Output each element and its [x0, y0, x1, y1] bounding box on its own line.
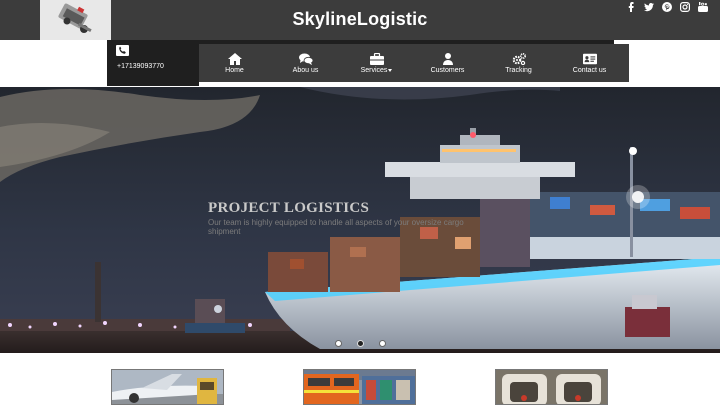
nav-customers-label: Customers	[430, 67, 465, 74]
top-bar: SkylineLogistic	[0, 0, 720, 40]
instagram-icon[interactable]	[680, 2, 690, 12]
thumbnail-train-containers[interactable]	[303, 369, 416, 405]
phone-number: +17139093770	[117, 63, 164, 70]
facebook-icon[interactable]	[626, 2, 636, 12]
slider-dot-3[interactable]	[379, 340, 386, 347]
thumbnail-cargo-crates[interactable]	[495, 369, 608, 405]
cargo-crates-image	[496, 370, 607, 404]
nav-services-text: Services	[360, 67, 388, 74]
id-card-icon	[582, 53, 597, 65]
twitter-icon[interactable]	[644, 2, 654, 12]
hero-title: PROJECT LOGISTICS	[208, 200, 370, 216]
comments-icon	[298, 53, 313, 65]
nav-services[interactable]: Services	[341, 44, 412, 82]
slider-dot-1[interactable]	[335, 340, 342, 347]
gears-icon	[512, 53, 526, 65]
phone-icon	[116, 45, 129, 56]
nav-contact[interactable]: Contact us	[554, 44, 625, 82]
briefcase-icon	[369, 53, 384, 65]
nav-about-label: Abou us	[292, 67, 319, 74]
social-links	[626, 2, 708, 12]
nav-services-label: Services	[341, 67, 412, 74]
nav-tracking[interactable]: Tracking	[483, 44, 554, 82]
slider-dots	[335, 340, 386, 347]
youtube-icon[interactable]	[698, 2, 708, 12]
chevron-down-icon	[388, 68, 393, 72]
nav-about[interactable]: Abou us	[270, 44, 341, 82]
brand-name: SkylineLogistic	[292, 9, 428, 29]
nav-tracking-label: Tracking	[505, 67, 532, 74]
nav-home[interactable]: Home	[199, 44, 270, 82]
phone-contact[interactable]: +17139093770	[107, 40, 199, 86]
user-icon	[442, 53, 453, 65]
train-containers-image	[304, 370, 415, 404]
airplane-cargo-image	[112, 370, 223, 404]
thumbnail-airplane-cargo[interactable]	[111, 369, 224, 405]
slider-dot-2[interactable]	[357, 340, 364, 347]
nav-home-label: Home	[225, 67, 244, 74]
hero-subtitle: Our team is highly equipped to handle al…	[208, 218, 464, 236]
home-icon	[227, 53, 242, 65]
main-nav: Home Abou us Services Customers Tracking…	[199, 44, 629, 82]
hero-slider[interactable]: PROJECT LOGISTICS Our team is highly equ…	[0, 87, 720, 353]
pinterest-icon[interactable]	[662, 2, 672, 12]
nav-customers[interactable]: Customers	[412, 44, 483, 82]
nav-contact-label: Contact us	[572, 67, 607, 74]
